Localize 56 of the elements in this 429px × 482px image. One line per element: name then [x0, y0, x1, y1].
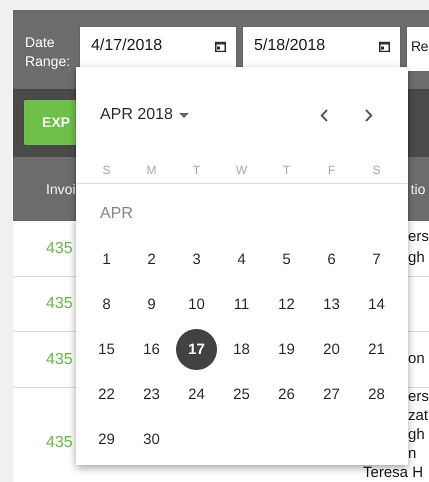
table-cell-text: gh — [408, 425, 425, 444]
month-section-label: APR — [99, 204, 134, 224]
calendar-icon[interactable] — [215, 40, 226, 52]
table-cell-text: ers — [408, 227, 429, 247]
day-button[interactable]: 26 — [266, 374, 307, 415]
weekday-label: T — [282, 163, 292, 179]
day-button[interactable]: 5 — [266, 239, 307, 280]
date-range-label: Date Range: — [25, 33, 72, 71]
month-year-selector[interactable]: APR 2018 — [100, 106, 189, 124]
day-button[interactable]: 25 — [221, 374, 262, 415]
chevron-left-icon — [320, 108, 328, 122]
day-button[interactable]: 16 — [131, 329, 172, 370]
day-button[interactable]: 11 — [221, 284, 262, 325]
day-button[interactable]: 4 — [221, 239, 262, 280]
caret-icon — [178, 112, 189, 118]
table-cell-text: on — [408, 349, 425, 369]
table-cell-text: zat — [408, 406, 428, 425]
calendar-icon[interactable] — [379, 40, 390, 52]
weekday-label: F — [326, 163, 336, 179]
day-button[interactable]: 7 — [356, 239, 397, 280]
column-header: Invoi — [45, 181, 76, 197]
day-button[interactable]: 21 — [356, 329, 397, 370]
day-button[interactable]: 22 — [86, 374, 127, 415]
column-header: tio — [410, 181, 426, 197]
weekday-label: W — [234, 163, 248, 179]
day-button[interactable]: 30 — [131, 419, 172, 460]
day-button[interactable]: 18 — [221, 329, 262, 370]
day-button[interactable]: 24 — [176, 374, 217, 415]
day-button[interactable]: 10 — [176, 284, 217, 325]
day-button[interactable]: 28 — [356, 374, 397, 415]
weekday-label: S — [101, 163, 112, 179]
weekday-label: M — [146, 163, 158, 179]
day-button[interactable]: 29 — [86, 419, 127, 460]
table-cell-text: ers — [408, 387, 429, 406]
day-button[interactable]: 6 — [311, 239, 352, 280]
day-button[interactable]: 17 — [176, 329, 217, 370]
table-cell-text: Teresa H — [363, 463, 424, 482]
day-button[interactable]: 20 — [311, 329, 352, 370]
day-button[interactable]: 14 — [356, 284, 397, 325]
day-button[interactable]: 9 — [131, 284, 172, 325]
table-cell-text: gh — [408, 248, 425, 268]
weekday-label: T — [192, 163, 202, 179]
day-button[interactable]: 27 — [311, 374, 352, 415]
weekday-label: S — [371, 163, 382, 179]
day-button[interactable]: 19 — [266, 329, 307, 370]
day-button[interactable]: 13 — [311, 284, 352, 325]
day-button[interactable]: 2 — [131, 239, 172, 280]
day-button[interactable]: 12 — [266, 284, 307, 325]
table-cell-text: n — [408, 444, 416, 463]
day-button[interactable]: 3 — [176, 239, 217, 280]
day-button[interactable]: 15 — [86, 329, 127, 370]
chevron-right-icon — [364, 108, 373, 122]
day-button[interactable]: 8 — [86, 284, 127, 325]
day-button[interactable]: 23 — [131, 374, 172, 415]
day-button[interactable]: 1 — [86, 239, 127, 280]
input-field[interactable]: Re — [407, 27, 429, 71]
